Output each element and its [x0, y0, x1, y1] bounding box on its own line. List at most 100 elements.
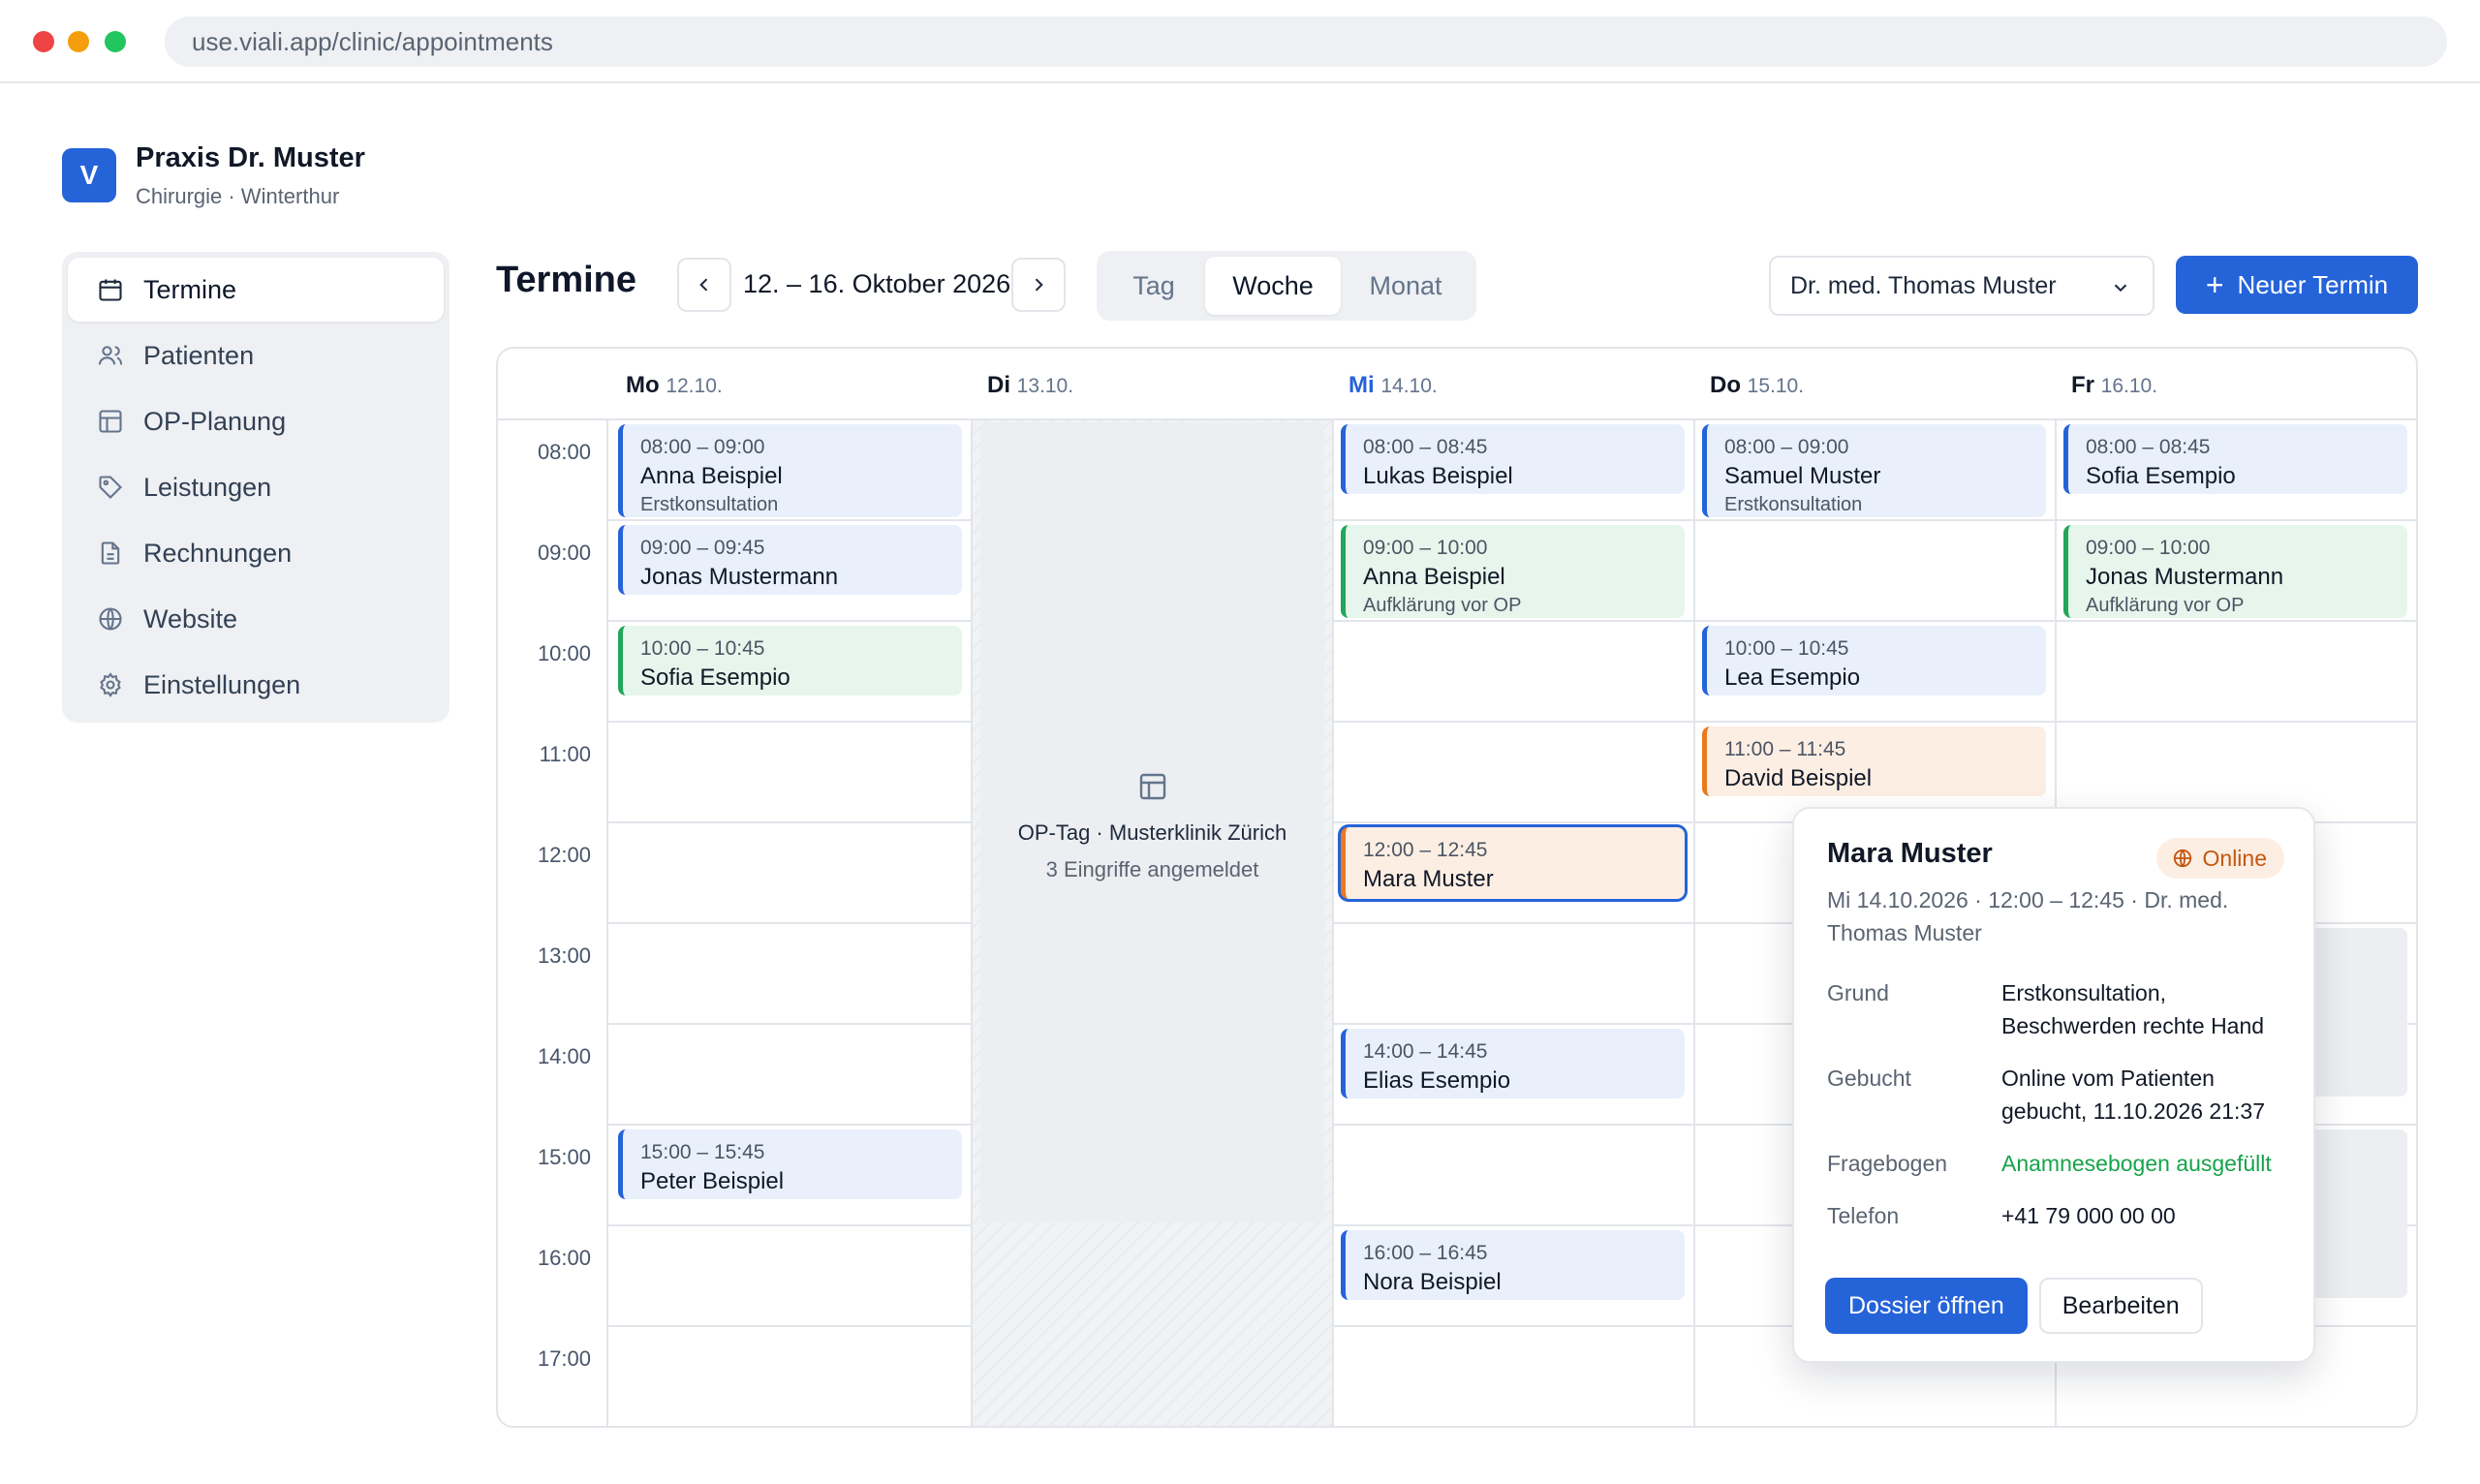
calendar-header: Mo 12.10. Di 13.10. Mi 14.10. Do 15.10. … — [498, 349, 2416, 420]
file-text-icon — [101, 541, 120, 565]
detail-row-reason: Grund Erstkonsultation, Beschwerden recht… — [1827, 980, 2265, 1038]
detail-row-questionnaire: Fragebogen Anamnesebogen ausgefüllt — [1827, 1151, 2272, 1176]
sidebar-item-patienten[interactable]: Patienten — [68, 324, 444, 387]
date-range: 12. – 16. Oktober 2026 — [743, 269, 1011, 298]
brand-subtitle: Chirurgie · Winterthur — [136, 184, 340, 208]
online-badge-label: Online — [2202, 845, 2267, 871]
sidebar-item-label: Termine — [143, 274, 237, 304]
appointment-popover: Mara Muster Online Mi 14.10.2026 · 12:00… — [1792, 807, 2315, 1363]
sidebar-item-op-planung[interactable]: OP-Planung — [68, 389, 444, 453]
brand-logo: V — [62, 148, 116, 202]
day-header-mi: Mi 14.10. — [1348, 372, 1438, 398]
sidebar-item-label: Website — [143, 603, 238, 634]
appointment-card[interactable]: 08:00 – 09:00 Samuel Muster Erstkonsultati… — [1702, 424, 2046, 517]
layout-icon — [99, 410, 122, 433]
new-appointment-button[interactable]: + Neuer Termin — [2176, 256, 2418, 314]
appointment-card[interactable]: 10:00 – 10:45 Lea Esempio — [1702, 626, 2046, 696]
detail-row-booked: Gebucht Online vom Patienten gebucht, 11.… — [1827, 1066, 2265, 1124]
time-label: 08:00 — [537, 440, 591, 464]
time-label: 12:00 — [537, 843, 591, 867]
hour-divider — [608, 1224, 972, 1226]
appointment-card-selected[interactable]: 12:00 – 12:45 Mara Muster — [1341, 827, 1685, 899]
address-bar[interactable]: use.viali.app/clinic/appointments — [165, 16, 2447, 67]
hour-divider — [1333, 519, 2416, 521]
view-switcher: Tag Woche Monat — [1097, 251, 1476, 321]
detail-row-phone: Telefon +41 79 000 00 00 — [1827, 1203, 2176, 1228]
appointment-card[interactable]: 08:00 – 08:45 Sofia Esempio — [2063, 424, 2407, 494]
globe-icon — [2173, 849, 2191, 868]
op-day-subtitle: 3 Eingriffe angemeldet — [1045, 857, 1259, 881]
plus-icon: + — [2205, 267, 2224, 302]
chevron-right-icon — [1035, 278, 1043, 292]
doctor-select-value: Dr. med. Thomas Muster — [1790, 272, 2057, 299]
prev-week-button[interactable] — [677, 258, 731, 312]
users-icon — [98, 346, 123, 365]
day-divider — [971, 420, 973, 1426]
sidebar-item-termine[interactable]: Termine — [68, 258, 444, 322]
appointment-card[interactable]: 15:00 – 15:45 Peter Beispiel — [618, 1129, 962, 1199]
appointment-card[interactable]: 09:00 – 10:00 Anna Beispiel Aufklärung vor… — [1341, 525, 1685, 618]
sidebar-item-leistungen[interactable]: Leistungen — [68, 455, 444, 519]
chevron-down-icon — [2114, 284, 2127, 293]
gear-icon — [100, 672, 121, 697]
hour-divider — [608, 620, 972, 622]
close-window-dot[interactable] — [33, 31, 54, 52]
calendar-icon — [99, 279, 122, 301]
sidebar-item-einstellungen[interactable]: Einstellungen — [68, 653, 444, 717]
chevron-left-icon — [699, 278, 708, 292]
open-dossier-button[interactable]: Dossier öffnen — [1825, 1278, 2028, 1334]
view-week-button[interactable]: Woche — [1205, 257, 1341, 315]
time-label: 10:00 — [537, 641, 591, 665]
sidebar-item-website[interactable]: Website — [68, 587, 444, 651]
appointment-card[interactable]: 08:00 – 08:45 Lukas Beispiel — [1341, 424, 1685, 494]
appointment-card[interactable]: 14:00 – 14:45 Elias Esempio — [1341, 1029, 1685, 1098]
hour-divider — [1333, 721, 2416, 723]
appointment-card[interactable]: 09:00 – 10:00 Jonas Mustermann Aufklärung … — [2063, 525, 2407, 618]
page-title: Termine — [496, 260, 637, 300]
appointment-card[interactable]: 16:00 – 16:45 Nora Beispiel — [1341, 1230, 1685, 1300]
sidebar-item-rechnungen[interactable]: Rechnungen — [68, 521, 444, 585]
hour-divider — [608, 821, 972, 823]
op-day-title: OP-Tag · Musterklinik Zürich — [1017, 820, 1287, 845]
day-divider — [1332, 420, 1334, 1426]
time-label: 16:00 — [537, 1246, 591, 1270]
hour-divider — [608, 1124, 972, 1126]
day-header-mo: Mo 12.10. — [626, 372, 723, 398]
hour-divider — [608, 1325, 972, 1327]
day-header-di: Di 13.10. — [987, 372, 1074, 398]
time-label: 09:00 — [537, 541, 591, 565]
sidebar: Termine Patienten OP-Planung Leistungen … — [62, 252, 450, 723]
minimize-window-dot[interactable] — [68, 31, 89, 52]
view-month-button[interactable]: Monat — [1341, 257, 1471, 315]
popover-meta: Mi 14.10.2026 · 12:00 – 12:45 · Dr. med.… — [1827, 887, 2229, 945]
hour-divider — [608, 519, 972, 521]
day-header-fr: Fr 16.10. — [2071, 372, 2158, 398]
hour-divider — [608, 1023, 972, 1025]
op-day-block[interactable]: OP-Tag · Musterklinik Zürich 3 Eingriffe… — [980, 422, 1324, 1222]
view-day-button[interactable]: Tag — [1102, 257, 1205, 315]
sidebar-item-label: Rechnungen — [143, 538, 293, 568]
layout-icon — [1139, 773, 1165, 800]
time-label: 17:00 — [537, 1346, 591, 1371]
time-label: 14:00 — [537, 1044, 591, 1068]
online-badge: Online — [2155, 838, 2284, 879]
time-label: 13:00 — [537, 943, 591, 968]
sidebar-item-label: Patienten — [143, 340, 255, 370]
time-label: 15:00 — [537, 1145, 591, 1169]
doctor-select[interactable]: Dr. med. Thomas Muster — [1769, 256, 2154, 316]
appointment-card[interactable]: 08:00 – 09:00 Anna Beispiel Erstkonsultati… — [618, 424, 962, 517]
appointment-card[interactable]: 11:00 – 11:45 David Beispiel — [1702, 727, 2046, 796]
time-column: 08:00 09:00 10:00 11:00 12:00 13:00 14:0… — [498, 420, 608, 1426]
next-week-button[interactable] — [1011, 258, 1066, 312]
new-appointment-label: Neuer Termin — [2237, 269, 2389, 299]
globe-icon — [99, 607, 122, 631]
edit-button[interactable]: Bearbeiten — [2038, 1278, 2203, 1334]
day-divider — [1693, 420, 1695, 1426]
brand-name: Praxis Dr. Muster — [136, 142, 365, 173]
appointment-card[interactable]: 09:00 – 09:45 Jonas Mustermann — [618, 525, 962, 595]
appointment-card[interactable]: 10:00 – 10:45 Sofia Esempio — [618, 626, 962, 696]
tag-icon — [99, 476, 122, 499]
sidebar-item-label: Leistungen — [143, 472, 272, 502]
day-header-do: Do 15.10. — [1710, 372, 1805, 398]
maximize-window-dot[interactable] — [105, 31, 126, 52]
